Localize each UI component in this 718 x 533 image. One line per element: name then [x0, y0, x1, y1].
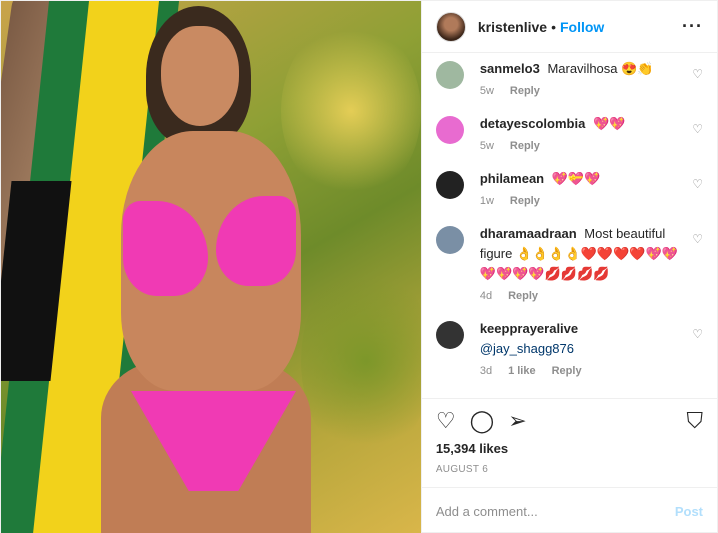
comment-like-icon[interactable]: ♡ [692, 67, 703, 81]
comment-emoji: 😍👏 [621, 61, 654, 76]
commenter-username[interactable]: detayescolombia [480, 116, 586, 131]
comment-like-icon[interactable]: ♡ [692, 177, 703, 191]
commenter-avatar[interactable] [435, 116, 464, 144]
comments-list[interactable]: sanmelo3 Maravilhosa 😍👏 5w Reply ♡ detay… [422, 53, 717, 398]
follow-button[interactable]: Follow [560, 19, 604, 35]
post-header: kristenlive • Follow ··· [421, 1, 717, 53]
like-heart-icon[interactable]: ♡ [436, 408, 456, 434]
comment-bubble-icon[interactable]: ◯ [470, 408, 495, 434]
more-options-icon[interactable]: ··· [682, 16, 703, 37]
commenter-username[interactable]: keepprayeralive [480, 321, 578, 336]
post-sidebar: kristenlive • Follow ··· sanmelo3 Maravi… [420, 1, 717, 533]
comment-like-icon[interactable]: ♡ [692, 122, 703, 136]
reply-button[interactable]: Reply [508, 290, 538, 302]
comment-item: detayescolombia 💖💖 5w Reply ♡ [435, 114, 703, 152]
post-photo[interactable] [1, 1, 421, 533]
post-date[interactable]: AUGUST 6 [421, 458, 717, 488]
comment-like-icon[interactable]: ♡ [692, 232, 703, 246]
comment-mention[interactable]: @jay_shagg876 [480, 341, 574, 356]
add-comment-bar: Post [422, 488, 717, 533]
author-avatar[interactable] [435, 11, 466, 42]
background-bokeh [301, 261, 421, 461]
background-bokeh [281, 21, 421, 201]
post-actions: ♡ ◯ ➢ ⛉ 15,394 likes [421, 398, 717, 458]
comment-age[interactable]: 5w [480, 140, 494, 152]
share-paper-plane-icon[interactable]: ➢ [508, 408, 526, 434]
commenter-username[interactable]: sanmelo3 [480, 61, 540, 76]
save-bookmark-icon[interactable]: ⛉ [686, 408, 703, 434]
comment-age[interactable]: 4d [480, 290, 492, 302]
commenter-avatar[interactable] [435, 61, 464, 89]
comment-item: philamean 💖💝💖 1w Reply ♡ [435, 169, 703, 207]
reply-button[interactable]: Reply [510, 85, 540, 97]
commenter-avatar[interactable] [435, 226, 464, 254]
comment-likes-count[interactable]: 1 like [508, 365, 536, 377]
comment-item: dharamaadraan Most beautiful figure 👌👌👌👌… [435, 224, 703, 302]
commenter-username[interactable]: philamean [480, 171, 544, 186]
comment-like-icon[interactable]: ♡ [692, 327, 703, 341]
comment-age[interactable]: 1w [480, 195, 494, 207]
comment-text: Maravilhosa [547, 61, 618, 76]
likes-count[interactable]: 15,394 likes [436, 441, 703, 456]
commenter-username[interactable]: dharamaadraan [480, 226, 577, 241]
reply-button[interactable]: Reply [552, 365, 582, 377]
separator-dot: • [551, 18, 556, 35]
post-comment-button[interactable]: Post [675, 504, 703, 519]
comment-emoji: 💖💝💖 [551, 171, 601, 186]
reply-button[interactable]: Reply [510, 195, 540, 207]
commenter-avatar[interactable] [435, 321, 464, 349]
model-face [161, 26, 239, 126]
instagram-post: kristenlive • Follow ··· sanmelo3 Maravi… [0, 0, 718, 533]
comment-age[interactable]: 5w [480, 85, 494, 97]
comment-age[interactable]: 3d [480, 365, 492, 377]
comment-emoji: 💖💖 [592, 116, 626, 131]
comment-item: sanmelo3 Maravilhosa 😍👏 5w Reply ♡ [435, 59, 703, 97]
reply-button[interactable]: Reply [510, 140, 540, 152]
author-username[interactable]: kristenlive [478, 19, 547, 35]
commenter-avatar[interactable] [435, 171, 464, 199]
comment-item: keepprayeralive @jay_shagg876 3d 1 like … [435, 319, 703, 377]
add-comment-input[interactable] [435, 503, 675, 519]
